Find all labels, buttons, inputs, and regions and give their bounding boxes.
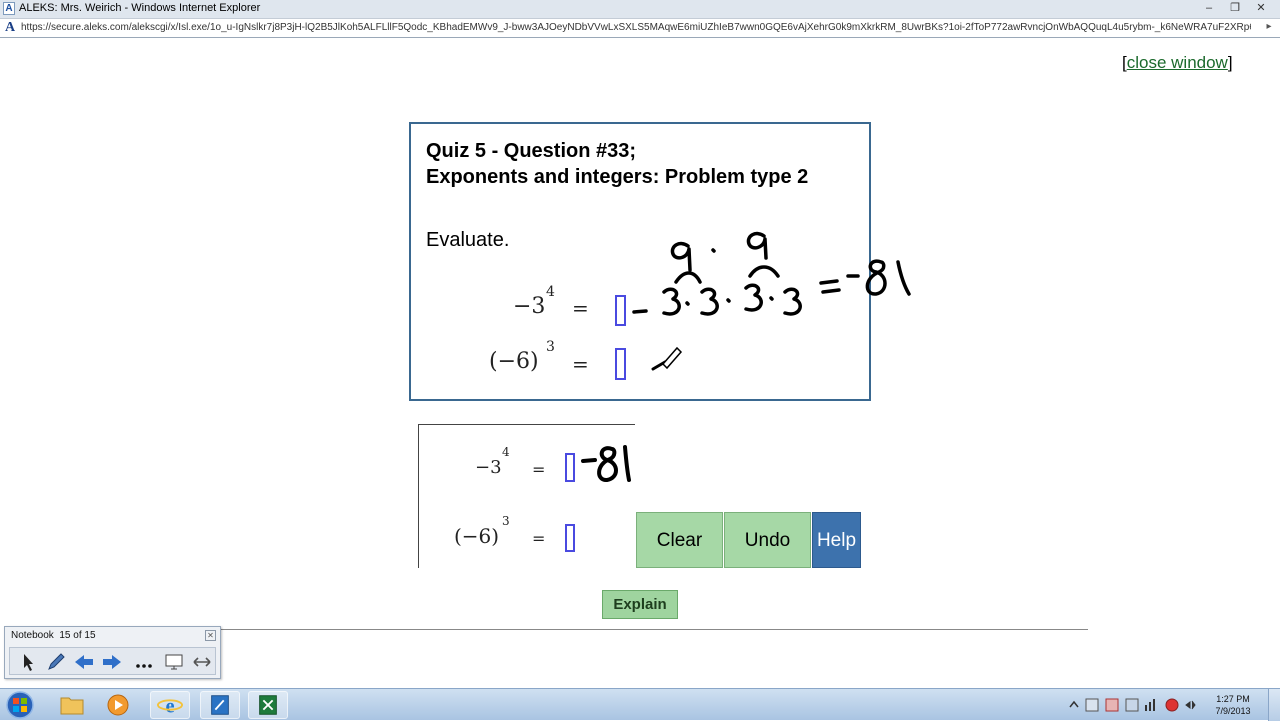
clock-time[interactable]: 1:27 PM [1208, 694, 1258, 704]
excel-icon[interactable] [248, 691, 288, 719]
explain-button[interactable]: Explain [602, 590, 678, 619]
resize-icon[interactable] [191, 651, 213, 673]
ink-one [896, 260, 911, 296]
undo-button[interactable]: Undo [724, 512, 811, 568]
divider [220, 629, 1088, 630]
more-icon[interactable] [133, 651, 155, 673]
arrow-right-icon[interactable] [101, 651, 123, 673]
ink-arc-right [748, 265, 780, 278]
taskbar: e 1:27 PM 7/9/2013 [0, 688, 1280, 721]
notebook-close-icon[interactable]: ✕ [205, 630, 216, 641]
ink-minus [632, 309, 648, 314]
ink-dot [711, 248, 716, 253]
pointer-icon[interactable] [17, 651, 39, 673]
show-desktop-button[interactable] [1268, 689, 1280, 721]
pen-cursor-icon [661, 346, 683, 370]
work-expression-2-base: (−6) [454, 524, 500, 548]
work-expression-1-exponent: 4 [502, 445, 510, 459]
ink-three-1 [662, 287, 681, 316]
smart-notebook-icon[interactable] [200, 691, 240, 719]
pen-icon[interactable] [45, 651, 67, 673]
ink-three-2 [700, 287, 719, 316]
notebook-tool-strip [9, 647, 216, 675]
folder-icon[interactable] [52, 691, 92, 719]
ink-nine-right [746, 231, 768, 260]
ink-three-3 [744, 283, 763, 312]
svg-text:e: e [165, 695, 174, 717]
clock-date[interactable]: 7/9/2013 [1208, 706, 1258, 716]
notebook-toolbar[interactable]: Notebook 15 of 15 ✕ [4, 626, 221, 679]
media-player-icon[interactable] [98, 691, 138, 719]
help-button[interactable]: Help [812, 512, 861, 568]
ink-arc-left [674, 271, 702, 284]
work-expression-1-equals: = [532, 460, 546, 479]
arrow-left-icon[interactable] [73, 651, 95, 673]
tray-icons[interactable] [1064, 693, 1204, 717]
ink-eight [865, 259, 887, 296]
internet-explorer-icon[interactable]: e [150, 691, 190, 719]
system-tray [1064, 693, 1204, 717]
work-answer-input-1[interactable] [565, 453, 575, 482]
notebook-title: Notebook 15 of 15 [11, 630, 96, 641]
work-answer-input-2[interactable] [565, 524, 575, 552]
clear-button[interactable]: Clear [636, 512, 723, 568]
screen-icon[interactable] [163, 651, 185, 673]
ink-nine-left [670, 241, 692, 272]
work-area[interactable]: −3 4 = (−6) 3 = [418, 424, 635, 568]
notebook-page-count: 15 of 15 [59, 630, 96, 641]
work-expression-2-exponent: 3 [502, 514, 510, 528]
work-expression-2-equals: = [532, 529, 546, 548]
start-button-icon[interactable] [4, 690, 36, 720]
work-expression-1-base: −3 [475, 457, 502, 478]
ink-three-4 [783, 287, 802, 316]
ink-equals [819, 279, 841, 294]
